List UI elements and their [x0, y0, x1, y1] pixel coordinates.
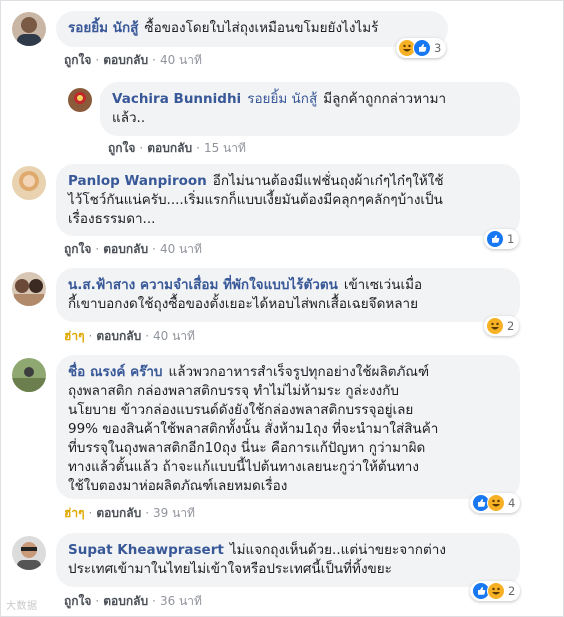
comment-actions: ถูกใจ · ตอบกลับ · 40 นาที — [64, 53, 202, 67]
like-action[interactable]: ฮ่าๆ — [64, 506, 85, 520]
mention-link[interactable]: รอยยิ้ม นักสู้ — [247, 91, 317, 107]
like-action[interactable]: ฮ่าๆ — [64, 329, 85, 343]
comment-bubble: Panlop Wanpiroon อีกไม่นานต้องมีแฟชั่นถุง… — [56, 164, 520, 236]
comment-author[interactable]: Panlop Wanpiroon — [68, 173, 207, 189]
reaction-count: 3 — [434, 41, 442, 55]
comment-actions: ฮ่าๆ · ตอบกลับ · 39 นาที — [64, 506, 195, 520]
comment-author[interactable]: ชื่อ ณรงค์ คร๊าบ — [68, 364, 163, 380]
timestamp[interactable]: 40 นาที — [160, 53, 202, 67]
comment-author[interactable]: รอยยิ้ม นักสู้ — [68, 20, 138, 36]
comment-actions: ถูกใจ · ตอบกลับ · 36 นาที — [64, 594, 202, 608]
avatar[interactable] — [12, 166, 46, 200]
comment-bubble: น.ส.ฟ้าสาง ความจำเสื่อม ที่พักใจแบบไร้ตั… — [56, 268, 520, 322]
avatar[interactable] — [12, 272, 46, 306]
haha-reaction-icon — [487, 582, 505, 600]
timestamp[interactable]: 39 นาที — [153, 506, 195, 520]
avatar[interactable] — [12, 536, 46, 570]
comment-bubble: Vachira Bunnidhi รอยยิ้ม นักสู้ มีลูกค้าถู… — [100, 82, 520, 136]
like-action[interactable]: ถูกใจ — [108, 141, 135, 155]
watermark: 大数据 — [6, 601, 38, 612]
comment-bubble: ชื่อ ณรงค์ คร๊าบ แล้วพวกอาหารสำเร็จรูปทุก… — [56, 355, 520, 499]
avatar[interactable] — [12, 12, 46, 46]
reply-action[interactable]: ตอบกลับ — [103, 594, 148, 608]
reaction-count: 1 — [507, 232, 515, 246]
like-action[interactable]: ถูกใจ — [64, 53, 91, 67]
reaction-summary[interactable]: 4 — [470, 493, 521, 513]
reaction-summary[interactable]: 2 — [484, 316, 520, 336]
haha-reaction-icon — [486, 317, 504, 335]
reaction-summary[interactable]: 1 — [484, 229, 520, 249]
comment-author[interactable]: Supat Kheawprasert — [68, 542, 224, 558]
like-reaction-icon — [413, 39, 431, 57]
reply-action[interactable]: ตอบกลับ — [103, 242, 148, 256]
comment-actions: ถูกใจ · ตอบกลับ · 40 นาที — [64, 242, 202, 256]
comment-text: แล้วพวกอาหารสำเร็จรูปทุกอย่างใช้ผลิตภัณฑ… — [68, 364, 439, 494]
comment-actions: ถูกใจ · ตอบกลับ · 15 นาที — [108, 141, 246, 155]
like-action[interactable]: ถูกใจ — [64, 594, 91, 608]
reply-action[interactable]: ตอบกลับ — [96, 506, 141, 520]
reaction-summary[interactable]: 2 — [470, 581, 521, 601]
comment-bubble: Supat Kheawprasert ไม่แจกถุงเห็นด้วย..แต่… — [56, 533, 520, 587]
timestamp[interactable]: 40 นาที — [153, 329, 195, 343]
avatar[interactable] — [68, 88, 92, 112]
reaction-count: 2 — [508, 584, 516, 598]
reaction-summary[interactable]: 3 — [396, 38, 447, 58]
comment-author[interactable]: Vachira Bunnidhi — [112, 91, 241, 107]
comment-actions: ฮ่าๆ · ตอบกลับ · 40 นาที — [64, 329, 195, 343]
comment-author[interactable]: น.ส.ฟ้าสาง ความจำเสื่อม ที่พักใจแบบไร้ตั… — [68, 277, 338, 293]
timestamp[interactable]: 36 นาที — [160, 594, 202, 608]
comment-bubble: รอยยิ้ม นักสู้ ซื้อของโดยใบไส่ถุงเหมือนขโ… — [56, 11, 448, 47]
avatar[interactable] — [12, 358, 46, 392]
reply-action[interactable]: ตอบกลับ — [103, 53, 148, 67]
comment-text: ซื้อของโดยใบไส่ถุงเหมือนขโมยยังไงไมร้ — [144, 20, 379, 36]
reply-action[interactable]: ตอบกลับ — [147, 141, 192, 155]
reply-action[interactable]: ตอบกลับ — [96, 329, 141, 343]
reaction-count: 4 — [508, 496, 516, 510]
timestamp[interactable]: 15 นาที — [204, 141, 246, 155]
like-action[interactable]: ถูกใจ — [64, 242, 91, 256]
reaction-count: 2 — [507, 319, 515, 333]
like-reaction-icon — [486, 230, 504, 248]
haha-reaction-icon — [487, 494, 505, 512]
timestamp[interactable]: 40 นาที — [160, 242, 202, 256]
